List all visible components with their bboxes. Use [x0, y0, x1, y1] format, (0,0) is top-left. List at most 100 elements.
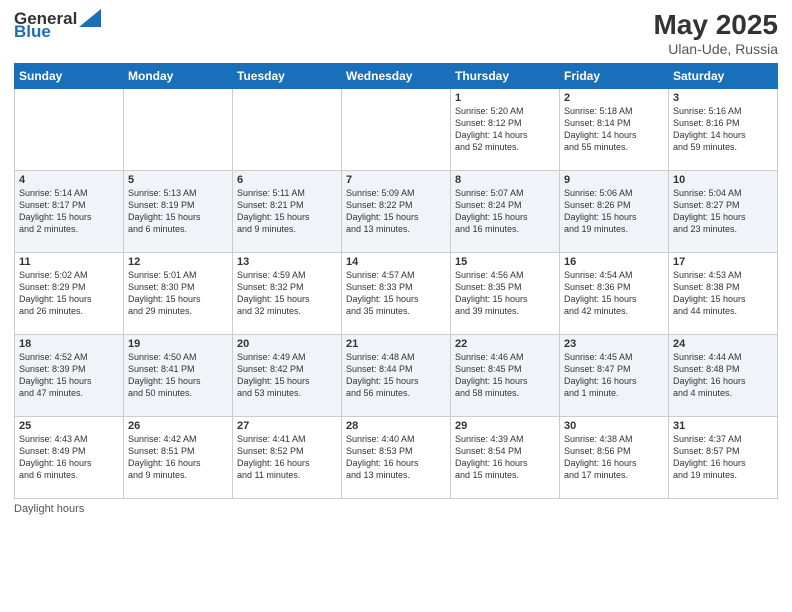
table-row: 11Sunrise: 5:02 AM Sunset: 8:29 PM Dayli…: [15, 252, 124, 334]
day-info: Sunrise: 5:01 AM Sunset: 8:30 PM Dayligh…: [128, 269, 228, 318]
table-row: 24Sunrise: 4:44 AM Sunset: 8:48 PM Dayli…: [669, 334, 778, 416]
day-number: 21: [346, 338, 446, 350]
day-info: Sunrise: 4:45 AM Sunset: 8:47 PM Dayligh…: [564, 351, 664, 400]
table-row: 29Sunrise: 4:39 AM Sunset: 8:54 PM Dayli…: [451, 416, 560, 498]
table-row: 19Sunrise: 4:50 AM Sunset: 8:41 PM Dayli…: [124, 334, 233, 416]
table-row: 4Sunrise: 5:14 AM Sunset: 8:17 PM Daylig…: [15, 170, 124, 252]
table-row: 31Sunrise: 4:37 AM Sunset: 8:57 PM Dayli…: [669, 416, 778, 498]
page-header: General Blue May 2025 Ulan-Ude, Russia: [14, 10, 778, 57]
col-sunday: Sunday: [15, 63, 124, 88]
subtitle: Ulan-Ude, Russia: [653, 41, 778, 57]
day-info: Sunrise: 5:06 AM Sunset: 8:26 PM Dayligh…: [564, 187, 664, 236]
day-info: Sunrise: 5:07 AM Sunset: 8:24 PM Dayligh…: [455, 187, 555, 236]
day-number: 22: [455, 338, 555, 350]
day-info: Sunrise: 4:37 AM Sunset: 8:57 PM Dayligh…: [673, 433, 773, 482]
title-block: May 2025 Ulan-Ude, Russia: [653, 10, 778, 57]
day-number: 14: [346, 256, 446, 268]
day-number: 18: [19, 338, 119, 350]
day-number: 5: [128, 174, 228, 186]
day-info: Sunrise: 4:53 AM Sunset: 8:38 PM Dayligh…: [673, 269, 773, 318]
day-info: Sunrise: 5:20 AM Sunset: 8:12 PM Dayligh…: [455, 105, 555, 154]
table-row: 5Sunrise: 5:13 AM Sunset: 8:19 PM Daylig…: [124, 170, 233, 252]
calendar-header-row: Sunday Monday Tuesday Wednesday Thursday…: [15, 63, 778, 88]
day-info: Sunrise: 5:13 AM Sunset: 8:19 PM Dayligh…: [128, 187, 228, 236]
day-info: Sunrise: 4:50 AM Sunset: 8:41 PM Dayligh…: [128, 351, 228, 400]
day-number: 13: [237, 256, 337, 268]
calendar-week-2: 4Sunrise: 5:14 AM Sunset: 8:17 PM Daylig…: [15, 170, 778, 252]
table-row: 18Sunrise: 4:52 AM Sunset: 8:39 PM Dayli…: [15, 334, 124, 416]
table-row: [124, 88, 233, 170]
day-number: 30: [564, 420, 664, 432]
table-row: 23Sunrise: 4:45 AM Sunset: 8:47 PM Dayli…: [560, 334, 669, 416]
table-row: 13Sunrise: 4:59 AM Sunset: 8:32 PM Dayli…: [233, 252, 342, 334]
table-row: 26Sunrise: 4:42 AM Sunset: 8:51 PM Dayli…: [124, 416, 233, 498]
day-number: 9: [564, 174, 664, 186]
table-row: [233, 88, 342, 170]
day-info: Sunrise: 4:54 AM Sunset: 8:36 PM Dayligh…: [564, 269, 664, 318]
day-info: Sunrise: 4:39 AM Sunset: 8:54 PM Dayligh…: [455, 433, 555, 482]
day-number: 23: [564, 338, 664, 350]
table-row: 27Sunrise: 4:41 AM Sunset: 8:52 PM Dayli…: [233, 416, 342, 498]
logo: General Blue: [14, 10, 101, 40]
table-row: [15, 88, 124, 170]
day-info: Sunrise: 4:49 AM Sunset: 8:42 PM Dayligh…: [237, 351, 337, 400]
day-number: 7: [346, 174, 446, 186]
col-saturday: Saturday: [669, 63, 778, 88]
day-number: 17: [673, 256, 773, 268]
table-row: 28Sunrise: 4:40 AM Sunset: 8:53 PM Dayli…: [342, 416, 451, 498]
table-row: 12Sunrise: 5:01 AM Sunset: 8:30 PM Dayli…: [124, 252, 233, 334]
day-number: 2: [564, 92, 664, 104]
day-info: Sunrise: 4:40 AM Sunset: 8:53 PM Dayligh…: [346, 433, 446, 482]
table-row: 10Sunrise: 5:04 AM Sunset: 8:27 PM Dayli…: [669, 170, 778, 252]
day-number: 27: [237, 420, 337, 432]
day-number: 19: [128, 338, 228, 350]
table-row: 8Sunrise: 5:07 AM Sunset: 8:24 PM Daylig…: [451, 170, 560, 252]
calendar-week-5: 25Sunrise: 4:43 AM Sunset: 8:49 PM Dayli…: [15, 416, 778, 498]
day-info: Sunrise: 4:52 AM Sunset: 8:39 PM Dayligh…: [19, 351, 119, 400]
day-info: Sunrise: 5:02 AM Sunset: 8:29 PM Dayligh…: [19, 269, 119, 318]
table-row: 30Sunrise: 4:38 AM Sunset: 8:56 PM Dayli…: [560, 416, 669, 498]
table-row: 14Sunrise: 4:57 AM Sunset: 8:33 PM Dayli…: [342, 252, 451, 334]
day-number: 15: [455, 256, 555, 268]
day-number: 1: [455, 92, 555, 104]
day-info: Sunrise: 4:48 AM Sunset: 8:44 PM Dayligh…: [346, 351, 446, 400]
day-info: Sunrise: 5:16 AM Sunset: 8:16 PM Dayligh…: [673, 105, 773, 154]
logo-blue: Blue: [14, 23, 101, 40]
day-info: Sunrise: 5:18 AM Sunset: 8:14 PM Dayligh…: [564, 105, 664, 154]
day-number: 20: [237, 338, 337, 350]
day-info: Sunrise: 4:57 AM Sunset: 8:33 PM Dayligh…: [346, 269, 446, 318]
col-friday: Friday: [560, 63, 669, 88]
table-row: 6Sunrise: 5:11 AM Sunset: 8:21 PM Daylig…: [233, 170, 342, 252]
day-info: Sunrise: 4:56 AM Sunset: 8:35 PM Dayligh…: [455, 269, 555, 318]
day-info: Sunrise: 4:38 AM Sunset: 8:56 PM Dayligh…: [564, 433, 664, 482]
day-info: Sunrise: 4:44 AM Sunset: 8:48 PM Dayligh…: [673, 351, 773, 400]
day-number: 6: [237, 174, 337, 186]
day-info: Sunrise: 4:43 AM Sunset: 8:49 PM Dayligh…: [19, 433, 119, 482]
table-row: 9Sunrise: 5:06 AM Sunset: 8:26 PM Daylig…: [560, 170, 669, 252]
day-info: Sunrise: 5:14 AM Sunset: 8:17 PM Dayligh…: [19, 187, 119, 236]
day-number: 11: [19, 256, 119, 268]
table-row: 1Sunrise: 5:20 AM Sunset: 8:12 PM Daylig…: [451, 88, 560, 170]
table-row: 15Sunrise: 4:56 AM Sunset: 8:35 PM Dayli…: [451, 252, 560, 334]
day-info: Sunrise: 4:41 AM Sunset: 8:52 PM Dayligh…: [237, 433, 337, 482]
main-title: May 2025: [653, 10, 778, 41]
col-wednesday: Wednesday: [342, 63, 451, 88]
day-number: 3: [673, 92, 773, 104]
day-number: 12: [128, 256, 228, 268]
calendar-week-4: 18Sunrise: 4:52 AM Sunset: 8:39 PM Dayli…: [15, 334, 778, 416]
table-row: 17Sunrise: 4:53 AM Sunset: 8:38 PM Dayli…: [669, 252, 778, 334]
table-row: 25Sunrise: 4:43 AM Sunset: 8:49 PM Dayli…: [15, 416, 124, 498]
day-number: 28: [346, 420, 446, 432]
day-info: Sunrise: 5:11 AM Sunset: 8:21 PM Dayligh…: [237, 187, 337, 236]
table-row: 7Sunrise: 5:09 AM Sunset: 8:22 PM Daylig…: [342, 170, 451, 252]
day-number: 29: [455, 420, 555, 432]
footer: Daylight hours: [14, 503, 778, 515]
day-number: 25: [19, 420, 119, 432]
table-row: 21Sunrise: 4:48 AM Sunset: 8:44 PM Dayli…: [342, 334, 451, 416]
day-number: 24: [673, 338, 773, 350]
col-monday: Monday: [124, 63, 233, 88]
calendar-week-1: 1Sunrise: 5:20 AM Sunset: 8:12 PM Daylig…: [15, 88, 778, 170]
day-number: 16: [564, 256, 664, 268]
table-row: 16Sunrise: 4:54 AM Sunset: 8:36 PM Dayli…: [560, 252, 669, 334]
day-info: Sunrise: 4:42 AM Sunset: 8:51 PM Dayligh…: [128, 433, 228, 482]
